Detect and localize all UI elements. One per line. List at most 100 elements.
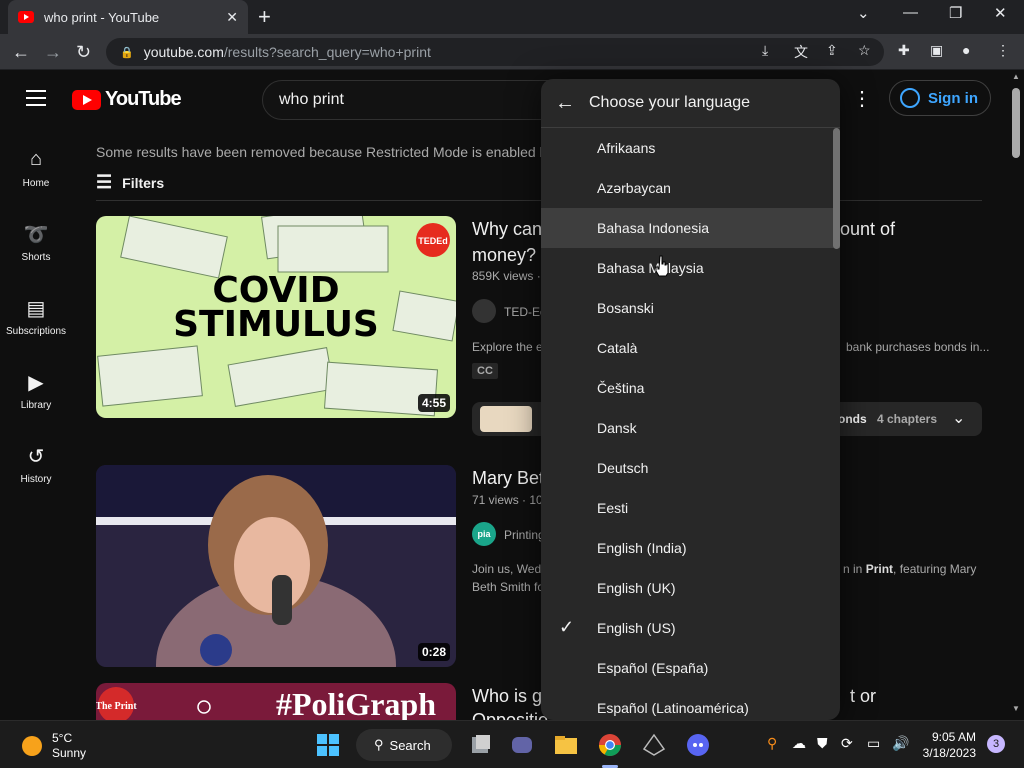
filters-label: Filters: [122, 174, 165, 191]
weather-widget[interactable]: 5°C Sunny: [22, 731, 86, 761]
guide-item-subscriptions[interactable]: ▤ Subscriptions: [0, 296, 72, 337]
reload-button[interactable]: ↻: [76, 40, 91, 64]
tab-title: who print - YouTube: [44, 9, 160, 25]
video-meta: 859K views ·: [472, 269, 541, 283]
language-menu: ← Choose your language Afrikaans Azərbay…: [541, 79, 840, 720]
minimize-button[interactable]: —: [903, 4, 918, 21]
guide-item-shorts[interactable]: ➰ Shorts: [0, 222, 72, 263]
language-menu-title: Choose your language: [589, 94, 751, 111]
volume-icon[interactable]: 🔊: [892, 735, 909, 752]
share-icon[interactable]: ⇪: [826, 42, 838, 59]
channel-avatar[interactable]: pia: [472, 522, 496, 546]
video-title-line2[interactable]: Oppositio: [472, 707, 548, 720]
language-option-espanol-latinoamerica[interactable]: Español (Latinoamérica): [541, 688, 840, 720]
file-explorer-icon[interactable]: [554, 733, 578, 757]
forward-button[interactable]: →: [44, 40, 62, 64]
settings-more-icon[interactable]: ⋮: [852, 86, 872, 111]
tab-search-icon[interactable]: ⌄: [857, 4, 870, 22]
scroll-up-icon[interactable]: ▲: [1012, 72, 1020, 81]
language-option-english-uk[interactable]: English (UK): [541, 568, 840, 608]
search-tray-icon[interactable]: ⚲: [767, 735, 777, 752]
language-option-label: Azərbaycan: [597, 180, 671, 196]
clock-date: 3/18/2023: [922, 746, 976, 760]
guide-item-home[interactable]: ⌂ Home: [0, 148, 72, 189]
ted-ed-badge-text: TEDEd: [418, 236, 448, 246]
video-title[interactable]: Why can': [472, 216, 545, 242]
language-option-azerbaycan[interactable]: Azərbaycan: [541, 168, 840, 208]
clock-time: 9:05 AM: [931, 730, 976, 744]
language-option-eesti[interactable]: Eesti: [541, 488, 840, 528]
video-thumbnail[interactable]: The Print #PoliGraph: [96, 683, 456, 720]
video-title-end[interactable]: t or: [850, 683, 876, 709]
language-option-afrikaans[interactable]: Afrikaans: [541, 128, 840, 168]
taskbar-search-button[interactable]: ⚲ Search: [356, 729, 452, 761]
video-description: Explore the e: [472, 340, 543, 354]
language-option-bahasa-malaysia[interactable]: Bahasa Malaysia: [541, 248, 840, 288]
video-title-line2[interactable]: money? -: [472, 242, 547, 268]
guide-menu-icon[interactable]: [26, 90, 46, 106]
security-shield-icon[interactable]: ⛊: [817, 735, 828, 752]
translate-icon[interactable]: 文: [794, 42, 808, 62]
windows-start-icon[interactable]: [316, 733, 340, 757]
guide-item-history[interactable]: ↺ History: [0, 444, 72, 485]
close-window-button[interactable]: ✕: [994, 4, 1007, 22]
notification-badge[interactable]: 3: [987, 735, 1005, 753]
filters-button[interactable]: ☰ Filters: [96, 172, 164, 193]
chrome-icon[interactable]: [598, 733, 622, 757]
language-option-label: Čeština: [597, 380, 645, 396]
video-title[interactable]: Mary Bet: [472, 465, 544, 491]
windows-taskbar: 5°C Sunny ⚲ Search ⚲ ☁ ⛊ ⟳ ▭ 🔊 9:05 AM 3…: [0, 720, 1024, 768]
language-option-label: English (UK): [597, 580, 676, 596]
language-option-english-us[interactable]: ✓ English (US): [541, 608, 840, 648]
extensions-icon[interactable]: ✚: [898, 42, 910, 59]
side-panel-icon[interactable]: ▣: [930, 42, 943, 59]
language-option-label: Español (España): [597, 660, 709, 676]
sync-icon[interactable]: ⟳: [841, 735, 853, 752]
cloud-icon[interactable]: ☁: [792, 735, 806, 752]
video-title[interactable]: Who is g: [472, 683, 542, 709]
bookmark-star-icon[interactable]: ☆: [858, 42, 871, 59]
new-tab-button[interactable]: +: [258, 4, 271, 30]
scroll-down-icon[interactable]: ▼: [1012, 704, 1020, 713]
chrome-menu-icon[interactable]: ⋮: [996, 42, 1010, 59]
search-input[interactable]: who print: [262, 80, 562, 120]
language-option-english-india[interactable]: English (India): [541, 528, 840, 568]
video-thumbnail[interactable]: COVID STIMULUS TEDEd 4:55: [96, 216, 456, 418]
language-option-dansk[interactable]: Dansk: [541, 408, 840, 448]
install-app-icon[interactable]: ⤓: [762, 42, 768, 59]
system-clock[interactable]: 9:05 AM 3/18/2023: [918, 729, 976, 761]
back-arrow-icon[interactable]: ←: [541, 92, 589, 115]
back-button[interactable]: ←: [12, 40, 30, 64]
video-title-end[interactable]: ount of: [840, 216, 895, 242]
page-scrollbar[interactable]: ▲ ▼: [1008, 70, 1024, 720]
language-option-bahasa-indonesia[interactable]: Bahasa Indonesia: [541, 208, 840, 248]
teams-chat-icon[interactable]: [510, 733, 534, 757]
guide-item-library[interactable]: ▶ Library: [0, 370, 72, 411]
restore-button[interactable]: ❐: [949, 4, 962, 22]
page-scroll-thumb[interactable]: [1012, 88, 1020, 158]
weather-condition: Sunny: [52, 746, 87, 760]
language-option-catala[interactable]: Català: [541, 328, 840, 368]
browser-tab[interactable]: who print - YouTube ✕: [8, 0, 248, 34]
task-view-icon[interactable]: [468, 733, 492, 757]
language-option-espanol-espana[interactable]: Español (España): [541, 648, 840, 688]
sign-in-button[interactable]: Sign in: [889, 80, 991, 116]
video-thumbnail[interactable]: 0:28: [96, 465, 456, 667]
channel-name[interactable]: Printing: [504, 528, 545, 542]
discord-icon[interactable]: [686, 733, 710, 757]
chapters-count: 4 chapters: [877, 412, 938, 426]
close-tab-icon[interactable]: ✕: [226, 9, 238, 26]
video-description-line2: Beth Smith fo: [472, 580, 545, 594]
language-option-deutsch[interactable]: Deutsch: [541, 448, 840, 488]
display-icon[interactable]: ▭: [867, 735, 880, 752]
language-menu-scrollbar[interactable]: [833, 128, 840, 249]
profile-icon[interactable]: ●: [962, 42, 970, 58]
lock-icon[interactable]: 🔒: [120, 46, 134, 59]
inkscape-icon[interactable]: [642, 733, 666, 757]
language-option-bosanski[interactable]: Bosanski: [541, 288, 840, 328]
channel-avatar[interactable]: [472, 299, 496, 323]
youtube-logo[interactable]: YouTube: [72, 88, 182, 111]
language-option-cestina[interactable]: Čeština: [541, 368, 840, 408]
language-option-label: Eesti: [597, 500, 629, 516]
description-highlight: Print: [865, 562, 894, 576]
